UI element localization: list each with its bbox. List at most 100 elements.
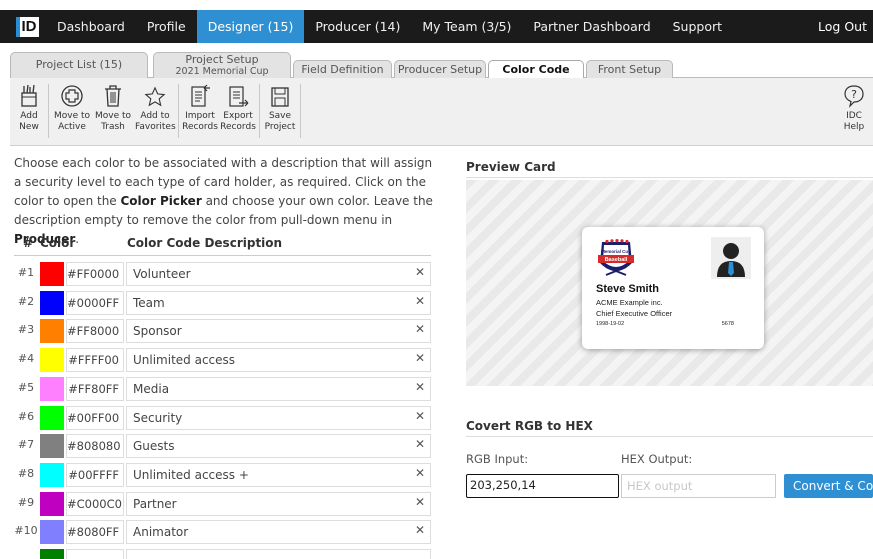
nav-partner-dashboard[interactable]: Partner Dashboard	[522, 10, 661, 43]
table-row: #9 #C000C0 Partner ✕	[14, 490, 431, 518]
description-input[interactable]: Team	[126, 291, 431, 315]
save-project-button[interactable]: Save Project	[262, 82, 298, 133]
idc-help-button[interactable]: ? IDC Help	[837, 82, 871, 133]
add-new-label-2: New	[19, 122, 39, 132]
move-to-active-button[interactable]: Move to Active	[53, 82, 91, 133]
color-swatch[interactable]	[40, 492, 64, 516]
table-row: ✕	[14, 547, 431, 559]
hex-value: #C000C0	[66, 492, 124, 516]
tab-field-definition-label: Field Definition	[301, 63, 384, 76]
clear-icon[interactable]: ✕	[415, 461, 425, 485]
clear-icon[interactable]: ✕	[415, 404, 425, 428]
description-input[interactable]: Security	[126, 406, 431, 430]
instructions-text: Choose each color to be associated with …	[14, 154, 434, 249]
hex-value: #FF80FF	[66, 377, 124, 401]
add-new-label-1: Add	[20, 111, 38, 121]
instructions-part-3: .	[75, 232, 80, 246]
avatar	[711, 237, 751, 279]
color-swatch[interactable]	[40, 434, 64, 458]
hex-value: #00FF00	[66, 406, 124, 430]
tab-project-list[interactable]: Project List (15)	[10, 52, 148, 78]
description-input[interactable]	[126, 549, 431, 559]
move-active-label-2: Active	[58, 122, 86, 132]
nav-producer[interactable]: Producer (14)	[304, 10, 411, 43]
rgb-input-label: RGB Input:	[466, 452, 529, 466]
clear-icon[interactable]: ✕	[415, 490, 425, 514]
description-input[interactable]: Animator	[126, 520, 431, 544]
logo-text: ID	[15, 16, 39, 37]
convert-copy-button[interactable]: Convert & Copy	[784, 474, 873, 498]
help-label-2: Help	[843, 122, 865, 132]
clear-icon[interactable]: ✕	[415, 260, 425, 284]
color-swatch[interactable]	[40, 319, 64, 343]
description-input[interactable]: Volunteer	[126, 262, 431, 286]
logout-link[interactable]: Log Out	[818, 19, 873, 34]
save-label-2: Project	[264, 122, 296, 132]
hex-value: #8080FF	[66, 520, 124, 544]
help-label-1: IDC	[846, 111, 862, 121]
add-new-button[interactable]: Add New	[12, 82, 46, 133]
card-job-title: Chief Executive Officer	[596, 309, 673, 318]
clear-icon[interactable]: ✕	[415, 346, 425, 370]
card-logo-banner-text: Baseball	[605, 257, 628, 263]
description-input[interactable]: Unlimited access	[126, 348, 431, 372]
app-logo[interactable]: ID	[12, 10, 42, 43]
color-swatch[interactable]	[40, 291, 64, 315]
color-swatch[interactable]	[40, 520, 64, 544]
row-number: #1	[17, 266, 35, 279]
import-records-button[interactable]: Import Records	[182, 82, 218, 133]
hex-output-field[interactable]: HEX output	[621, 474, 776, 498]
table-row: #7 #808080 Guests ✕	[14, 432, 431, 460]
tab-producer-setup[interactable]: Producer Setup	[394, 60, 486, 78]
add-favorites-label-2: Favorites	[135, 122, 176, 132]
nav-my-team[interactable]: My Team (3/5)	[411, 10, 522, 43]
description-input[interactable]: Sponsor	[126, 319, 431, 343]
row-number: #6	[17, 410, 35, 423]
nav-dashboard[interactable]: Dashboard	[46, 10, 136, 43]
color-swatch[interactable]	[40, 262, 64, 286]
color-swatch[interactable]	[40, 377, 64, 401]
clear-icon[interactable]: ✕	[415, 289, 425, 313]
row-number: #5	[17, 381, 35, 394]
header-divider	[14, 255, 431, 256]
add-to-favorites-button[interactable]: Add to Favorites	[135, 82, 176, 133]
hex-value: #FF8000	[66, 319, 124, 343]
row-number: #3	[17, 323, 35, 336]
color-swatch[interactable]	[40, 348, 64, 372]
description-input[interactable]: Partner	[126, 492, 431, 516]
tab-front-setup[interactable]: Front Setup	[586, 60, 673, 78]
export-label-1: Export	[223, 111, 253, 121]
nav-designer[interactable]: Designer (15)	[196, 10, 305, 43]
hex-value	[66, 549, 124, 559]
clear-icon[interactable]: ✕	[415, 518, 425, 542]
tab-field-definition[interactable]: Field Definition	[293, 60, 392, 78]
color-swatch[interactable]	[40, 549, 64, 559]
nav-profile[interactable]: Profile	[136, 10, 197, 43]
clear-icon[interactable]: ✕	[415, 432, 425, 456]
import-label-1: Import	[185, 111, 215, 121]
card-logo-top-text: Memorial Cup	[601, 249, 631, 254]
export-icon	[220, 82, 256, 108]
description-input[interactable]: Guests	[126, 434, 431, 458]
table-row: #10 #8080FF Animator ✕	[14, 518, 431, 546]
rgb-input[interactable]: 203,250,14	[466, 474, 619, 498]
description-input[interactable]: Media	[126, 377, 431, 401]
instructions-color-picker: Color Picker	[120, 194, 202, 208]
description-input[interactable]: Unlimited access +	[126, 463, 431, 487]
table-row: #2 #0000FF Team ✕	[14, 289, 431, 317]
hex-value: #FFFF00	[66, 348, 124, 372]
move-to-trash-button[interactable]: Move to Trash	[94, 82, 132, 133]
export-records-button[interactable]: Export Records	[220, 82, 256, 133]
nav-support[interactable]: Support	[662, 10, 733, 43]
color-swatch[interactable]	[40, 463, 64, 487]
toolbar-divider	[300, 84, 301, 138]
tab-color-code[interactable]: Color Code	[488, 60, 584, 79]
preview-divider	[466, 177, 873, 178]
move-active-label-1: Move to	[53, 111, 91, 121]
star-icon	[135, 82, 175, 108]
clear-icon[interactable]: ✕	[415, 375, 425, 399]
tab-project-setup[interactable]: Project Setup 2021 Memorial Cup	[153, 52, 291, 78]
clear-icon[interactable]: ✕	[415, 317, 425, 341]
color-swatch[interactable]	[40, 406, 64, 430]
tab-project-list-label: Project List (15)	[35, 58, 123, 71]
